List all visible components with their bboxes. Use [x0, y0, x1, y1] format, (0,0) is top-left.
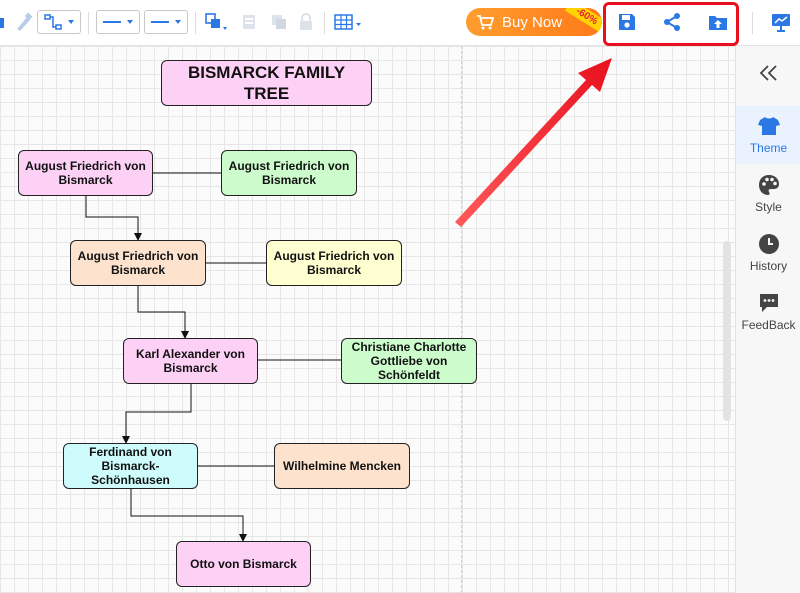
copy-style-icon [240, 13, 258, 31]
line-style-dropdown[interactable] [96, 10, 140, 34]
double-chevron-left-icon [759, 65, 777, 81]
person-node[interactable]: August Friedrich von Bismarck [70, 240, 206, 286]
toolbar-divider [88, 12, 89, 34]
clock-icon [758, 234, 779, 254]
person-node[interactable]: Ferdinand von Bismarck-Schönhausen [63, 443, 198, 489]
table-icon[interactable] [334, 13, 362, 33]
spouse-node[interactable]: August Friedrich von Bismarck [266, 240, 402, 286]
chevron-down-icon [175, 20, 181, 24]
lock-icon [298, 12, 314, 32]
diagram-title[interactable]: BISMARCK FAMILY TREE [161, 60, 372, 106]
panel-tab-style[interactable]: Style [736, 165, 800, 223]
person-node[interactable]: Karl Alexander von Bismarck [123, 338, 258, 384]
connector-lines [85, 172, 341, 542]
diagram-canvas[interactable]: BISMARCK FAMILY TREE August Friedrich vo… [0, 46, 735, 593]
chevron-down-icon [68, 20, 74, 24]
spouse-node[interactable]: Wilhelmine Mencken [274, 443, 410, 489]
panel-tab-label: Style [755, 200, 782, 214]
partial-tool-icon[interactable] [0, 14, 6, 32]
line-weight-dropdown[interactable] [144, 10, 188, 34]
right-side-panel: Theme Style History FeedBack [735, 46, 800, 593]
panel-tab-label: History [749, 259, 788, 273]
connector-style-dropdown[interactable] [37, 10, 81, 34]
arrange-icon[interactable] [204, 12, 228, 34]
panel-tab-history[interactable]: History [736, 224, 800, 282]
panel-tab-label: FeedBack [741, 318, 796, 332]
collapse-panel-button[interactable] [736, 58, 800, 88]
line-weight-icon [151, 21, 169, 23]
panel-tab-theme[interactable]: Theme [736, 106, 800, 164]
toolbar-divider [752, 12, 753, 34]
save-share-export-highlight [603, 2, 739, 46]
chevron-down-icon [127, 20, 133, 24]
chat-icon [759, 294, 778, 312]
toolbar-divider [195, 12, 196, 34]
panel-tab-label: Theme [749, 141, 788, 155]
connector-icon [44, 14, 62, 30]
person-node[interactable]: Otto von Bismarck [176, 541, 311, 587]
panel-tab-feedback[interactable]: FeedBack [736, 283, 800, 341]
toolbar-divider [324, 12, 325, 34]
buy-now-label: Buy Now [502, 13, 563, 31]
shopping-cart-icon [477, 15, 494, 30]
parent-child-connector [122, 384, 192, 444]
discount-badge: -60% [564, 8, 602, 34]
person-node[interactable]: August Friedrich von Bismarck [18, 150, 153, 196]
palette-icon [758, 175, 779, 195]
spouse-node[interactable]: Christiane Charlotte Gottliebe von Schön… [341, 338, 477, 384]
parent-child-connector [137, 286, 189, 339]
parent-child-connector [85, 196, 142, 241]
top-toolbar: Buy Now -60% [0, 0, 800, 46]
vertical-scrollbar[interactable] [723, 241, 731, 421]
format-painter-icon[interactable] [14, 12, 34, 32]
present-icon[interactable] [770, 11, 792, 33]
spouse-node[interactable]: August Friedrich von Bismarck [221, 150, 357, 196]
buy-now-button[interactable]: Buy Now -60% [466, 8, 602, 36]
shirt-icon [757, 117, 780, 135]
line-style-icon [103, 21, 121, 23]
duplicate-icon [270, 13, 288, 31]
parent-child-connector [130, 489, 247, 542]
